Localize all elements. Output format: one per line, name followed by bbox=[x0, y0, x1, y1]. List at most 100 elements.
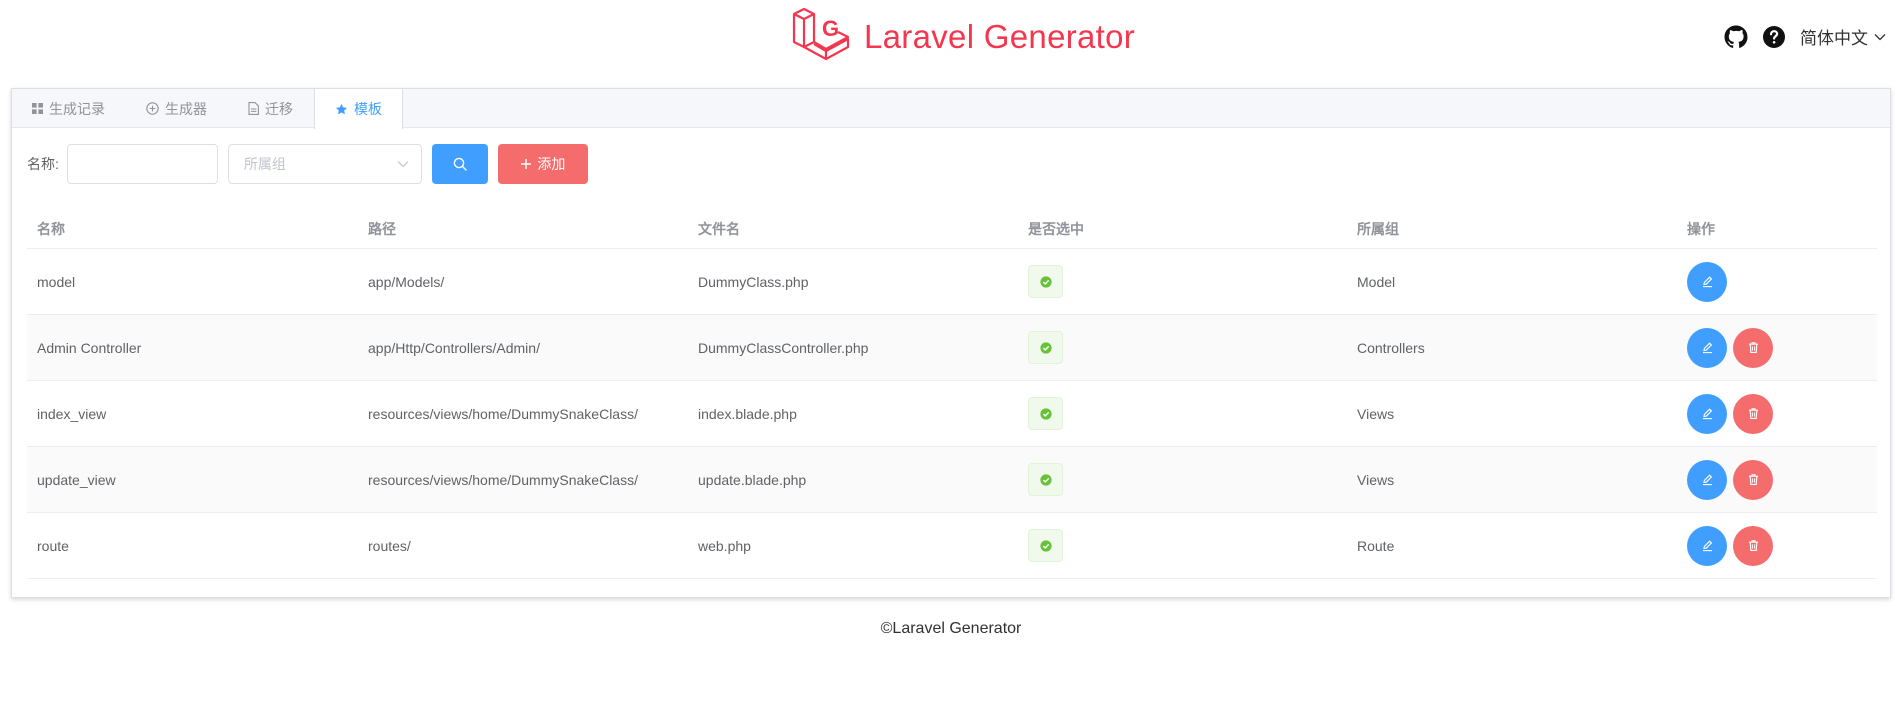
laravel-logo-icon: G bbox=[792, 7, 850, 61]
template-table: 名称 路径 文件名 是否选中 所属组 操作 model app/Models/Du… bbox=[27, 209, 1877, 579]
language-switcher[interactable]: 简体中文 bbox=[1800, 24, 1886, 49]
cell-group: Controllers bbox=[1357, 339, 1425, 356]
tab-label: 迁移 bbox=[265, 100, 293, 117]
app-title: Laravel Generator bbox=[864, 18, 1136, 55]
table-row: Admin Controller app/Http/Controllers/Adm… bbox=[27, 315, 1877, 381]
edit-icon bbox=[1701, 341, 1714, 354]
cell-name: update_view bbox=[37, 471, 116, 488]
main-card: 生成记录 生成器 迁移 模板 名称: 所属组 添加 名称 路径 文件名 是否选中… bbox=[11, 88, 1891, 598]
tab-migration[interactable]: 迁移 bbox=[228, 89, 314, 128]
check-circle-icon bbox=[1039, 539, 1052, 552]
delete-button[interactable] bbox=[1733, 393, 1773, 434]
cell-selected bbox=[1018, 331, 1347, 364]
language-label: 简体中文 bbox=[1800, 29, 1868, 48]
column-header-selected: 是否选中 bbox=[1028, 220, 1084, 237]
edit-icon bbox=[1701, 275, 1714, 288]
edit-button[interactable] bbox=[1687, 525, 1727, 566]
plus-icon bbox=[520, 158, 532, 170]
cell-actions bbox=[1677, 525, 1877, 566]
cell-path: app/Http/Controllers/Admin/ bbox=[368, 339, 540, 356]
cell-actions bbox=[1677, 393, 1877, 434]
star-icon bbox=[335, 103, 348, 114]
edit-icon bbox=[1701, 407, 1714, 420]
brand[interactable]: G Laravel Generator bbox=[790, 6, 1135, 68]
check-circle-icon bbox=[1039, 473, 1052, 486]
cell-filename: update.blade.php bbox=[698, 471, 807, 488]
document-icon bbox=[248, 102, 259, 115]
row-actions bbox=[1687, 525, 1877, 566]
column-header-name: 名称 bbox=[37, 220, 65, 237]
tab-label: 生成记录 bbox=[49, 100, 105, 117]
cell-path: resources/views/home/DummySnakeClass/ bbox=[368, 471, 638, 488]
check-circle-icon bbox=[1039, 407, 1052, 420]
cell-selected bbox=[1018, 529, 1347, 562]
delete-icon bbox=[1747, 539, 1760, 552]
edit-button[interactable] bbox=[1687, 261, 1727, 302]
edit-button[interactable] bbox=[1687, 327, 1727, 368]
filter-bar: 名称: 所属组 添加 bbox=[27, 144, 1875, 184]
table-row: route routes/web.php Route bbox=[27, 513, 1877, 579]
footer: ©Laravel Generator bbox=[880, 620, 1022, 637]
tab-content: 名称: 所属组 添加 名称 路径 文件名 是否选中 所属组 操作 model a… bbox=[12, 128, 1890, 579]
check-circle-icon bbox=[1039, 275, 1052, 288]
table-body: model app/Models/DummyClass.php Model Admin… bbox=[27, 249, 1877, 579]
row-actions bbox=[1687, 459, 1877, 500]
check-circle-icon bbox=[1039, 341, 1052, 354]
delete-icon bbox=[1747, 473, 1760, 486]
delete-icon bbox=[1747, 341, 1760, 354]
plus-circle-icon bbox=[146, 102, 159, 115]
selected-tag bbox=[1028, 463, 1063, 496]
tab-template[interactable]: 模板 bbox=[314, 89, 403, 129]
table-row: update_view resources/views/home/DummySna… bbox=[27, 447, 1877, 513]
cell-path: routes/ bbox=[368, 537, 411, 554]
search-button[interactable] bbox=[431, 144, 488, 184]
chevron-down-icon bbox=[397, 161, 409, 168]
help-icon[interactable] bbox=[1762, 25, 1786, 49]
tab-bar: 生成记录 生成器 迁移 模板 bbox=[12, 89, 1890, 129]
cell-selected bbox=[1018, 463, 1347, 496]
app-header: G Laravel Generator 简体中文 bbox=[0, 0, 1902, 72]
cell-filename: DummyClassController.php bbox=[698, 339, 869, 356]
cell-group: Route bbox=[1357, 537, 1395, 554]
add-button[interactable]: 添加 bbox=[497, 144, 588, 184]
selected-tag bbox=[1028, 529, 1063, 562]
column-header-filename: 文件名 bbox=[698, 220, 740, 237]
cell-name: route bbox=[37, 537, 69, 554]
cell-path: resources/views/home/DummySnakeClass/ bbox=[368, 405, 638, 422]
table-row: model app/Models/DummyClass.php Model bbox=[27, 249, 1877, 315]
cell-group: Views bbox=[1357, 471, 1395, 488]
chevron-down-icon bbox=[1874, 33, 1886, 40]
tab-label: 模板 bbox=[354, 101, 382, 117]
github-icon[interactable] bbox=[1724, 25, 1748, 49]
name-input[interactable] bbox=[66, 144, 218, 184]
edit-icon bbox=[1701, 539, 1714, 552]
group-placeholder: 所属组 bbox=[243, 156, 286, 172]
delete-button[interactable] bbox=[1733, 459, 1773, 500]
add-label: 添加 bbox=[537, 156, 566, 172]
tab-generator[interactable]: 生成器 bbox=[126, 89, 228, 128]
tab-history[interactable]: 生成记录 bbox=[12, 89, 126, 128]
delete-button[interactable] bbox=[1733, 525, 1773, 566]
selected-tag bbox=[1028, 265, 1063, 298]
cell-name: index_view bbox=[37, 405, 107, 422]
name-label: 名称: bbox=[27, 156, 59, 172]
cell-group: Model bbox=[1357, 273, 1396, 290]
delete-icon bbox=[1747, 407, 1760, 420]
cell-actions bbox=[1677, 327, 1877, 368]
table-header: 名称 路径 文件名 是否选中 所属组 操作 bbox=[27, 209, 1877, 249]
group-select[interactable]: 所属组 bbox=[227, 144, 422, 184]
edit-button[interactable] bbox=[1687, 393, 1727, 434]
column-header-group: 所属组 bbox=[1357, 220, 1399, 237]
column-header-actions: 操作 bbox=[1687, 220, 1715, 237]
search-icon bbox=[453, 157, 467, 171]
table-row: index_view resources/views/home/DummySnak… bbox=[27, 381, 1877, 447]
row-actions bbox=[1687, 327, 1877, 368]
tab-label: 生成器 bbox=[165, 100, 207, 117]
grid-icon bbox=[32, 103, 43, 114]
cell-filename: web.php bbox=[698, 537, 751, 554]
edit-button[interactable] bbox=[1687, 459, 1727, 500]
selected-tag bbox=[1028, 397, 1063, 430]
delete-button[interactable] bbox=[1733, 327, 1773, 368]
cell-filename: DummyClass.php bbox=[698, 273, 809, 290]
cell-filename: index.blade.php bbox=[698, 405, 797, 422]
